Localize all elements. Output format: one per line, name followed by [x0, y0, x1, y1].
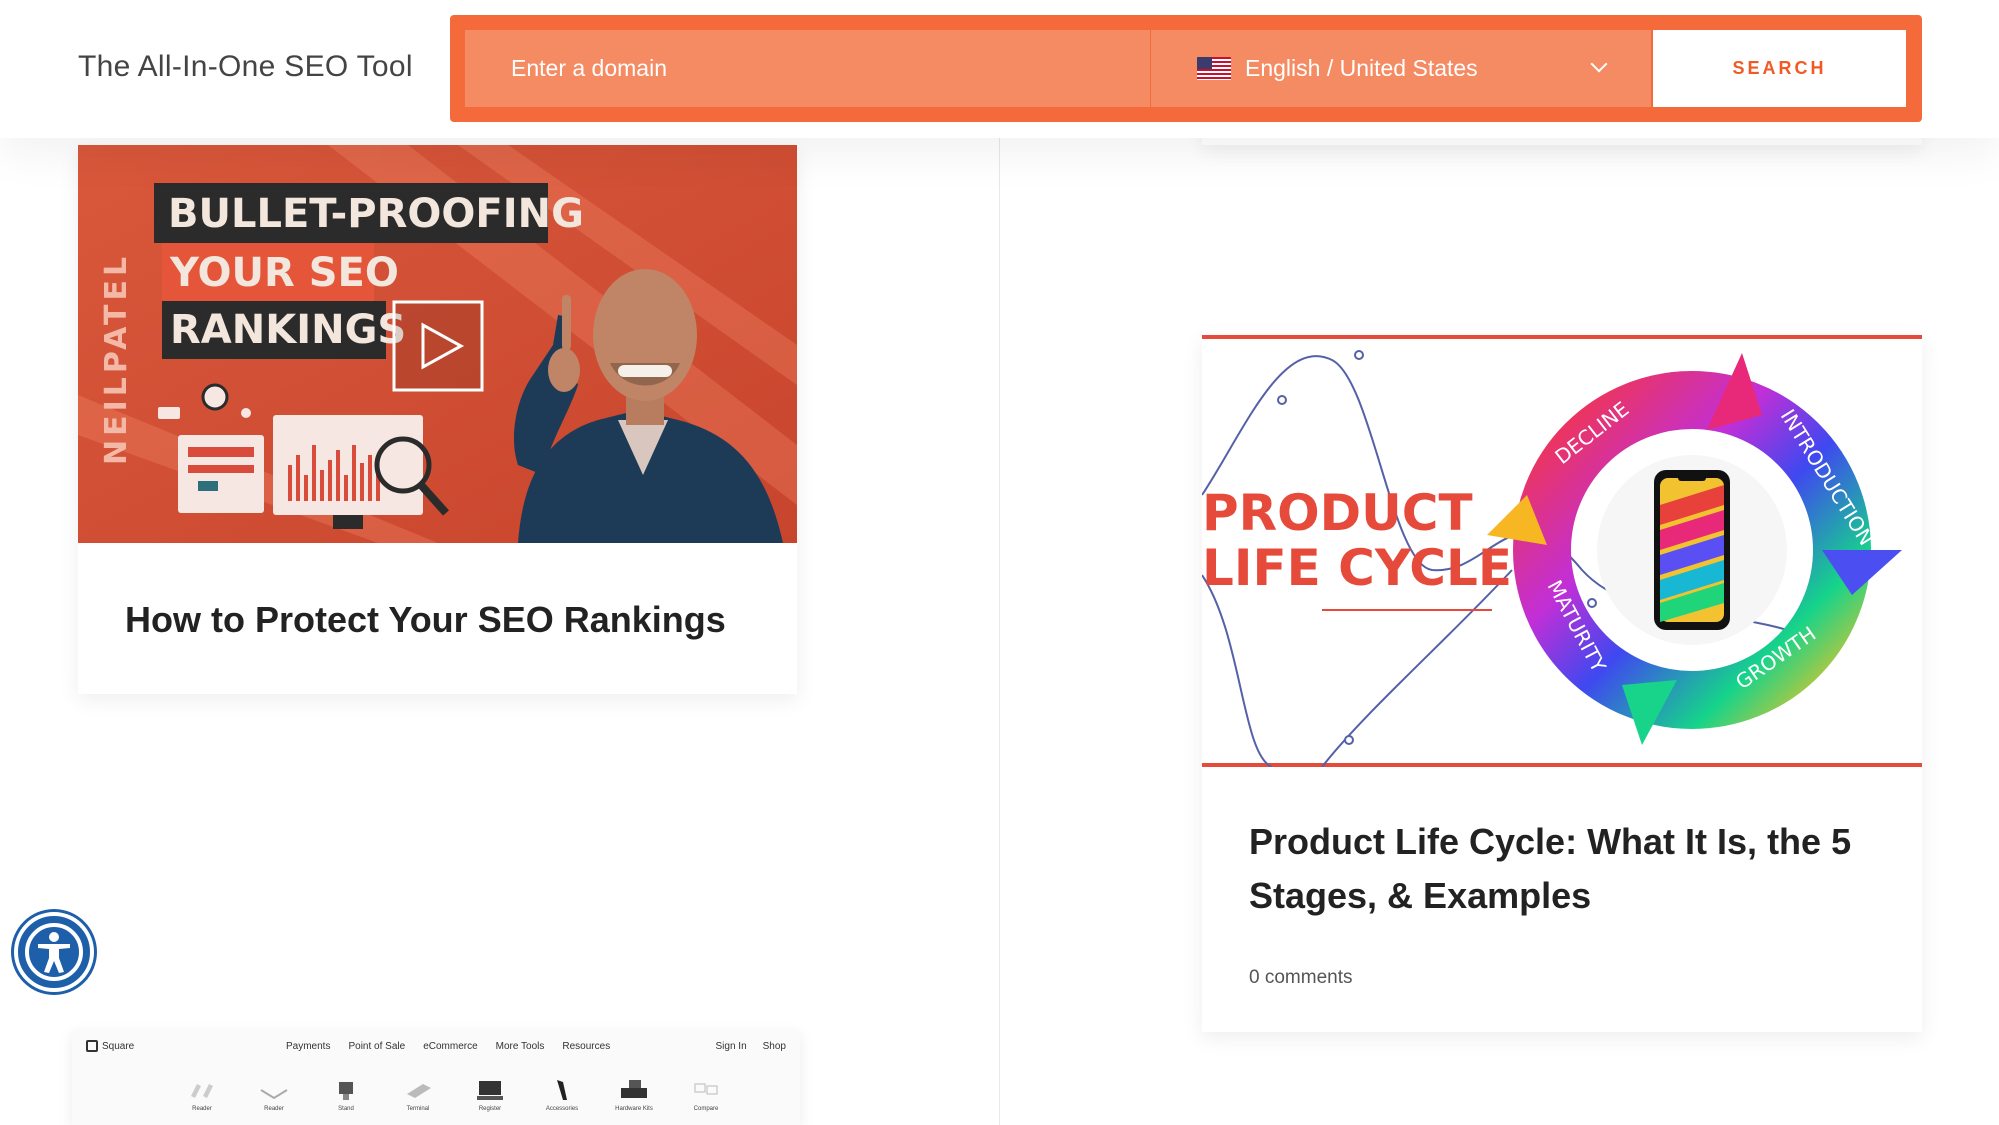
square-logo-text: Square [102, 1040, 135, 1052]
square-product: Terminal [398, 1078, 438, 1112]
article-title[interactable]: How to Protect Your SEO Rankings [125, 593, 765, 647]
thumb-headline-2: LIFE CYCLE [1202, 539, 1512, 597]
square-nav-item: Payments [286, 1040, 331, 1052]
article-thumbnail[interactable]: PRODUCT LIFE CYCLE DECLINE INTRODUCTION … [1202, 335, 1922, 767]
accessibility-button[interactable] [14, 912, 94, 992]
square-logo: Square [86, 1040, 286, 1052]
square-product: Reader [254, 1078, 294, 1112]
square-product: Reader [182, 1078, 222, 1112]
square-nav-item: eCommerce [423, 1040, 478, 1052]
language-label: English / United States [1245, 55, 1478, 81]
article-title[interactable]: Product Life Cycle: What It Is, the 5 St… [1249, 815, 1889, 923]
brand-tagline: The All-In-One SEO Tool [78, 50, 413, 83]
square-nav-item: Point of Sale [348, 1040, 406, 1052]
site-header: The All-In-One SEO Tool English / United… [0, 0, 1999, 138]
square-product: Stand [326, 1078, 366, 1112]
article-card[interactable]: BULLET-PROOFING YOUR SEO RANKINGS NEILPA… [78, 145, 797, 694]
accessibility-icon [25, 923, 83, 981]
thumb-brand: NEILPATEL [99, 253, 134, 465]
column-divider [999, 138, 1000, 1125]
us-flag-icon [1197, 57, 1231, 80]
domain-input[interactable] [465, 30, 1150, 107]
square-nav-item: More Tools [495, 1040, 545, 1052]
search-button[interactable]: SEARCH [1653, 30, 1906, 107]
square-product-row: Reader Reader Stand Terminal Register Ac… [182, 1078, 726, 1112]
article-card-partial[interactable]: Square Payments Point of Sale eCommerce … [72, 1030, 800, 1125]
thumb-headline-1: BULLET-PROOFING [168, 191, 584, 237]
square-product: Compare [686, 1078, 726, 1112]
square-product: Hardware Kits [614, 1078, 654, 1112]
video-thumbnail[interactable]: BULLET-PROOFING YOUR SEO RANKINGS NEILPA… [78, 145, 797, 543]
thumb-headline-2: YOUR SEO [169, 250, 399, 296]
square-sign-in: Sign In [715, 1040, 747, 1052]
thumb-headline-1: PRODUCT [1202, 484, 1473, 542]
square-product: Register [470, 1078, 510, 1112]
square-nav-item: Resources [562, 1040, 611, 1052]
square-product: Accessories [542, 1078, 582, 1112]
play-icon[interactable] [392, 300, 484, 392]
domain-search-form: English / United States SEARCH [450, 15, 1922, 122]
square-nav: Square Payments Point of Sale eCommerce … [86, 1040, 786, 1052]
square-shop: Shop [762, 1040, 786, 1052]
thumb-headline-3: RANKINGS [170, 307, 406, 353]
language-select[interactable]: English / United States [1151, 30, 1651, 107]
article-card[interactable]: PRODUCT LIFE CYCLE DECLINE INTRODUCTION … [1202, 335, 1922, 1032]
comment-count[interactable]: 0 comments [1249, 967, 1352, 989]
